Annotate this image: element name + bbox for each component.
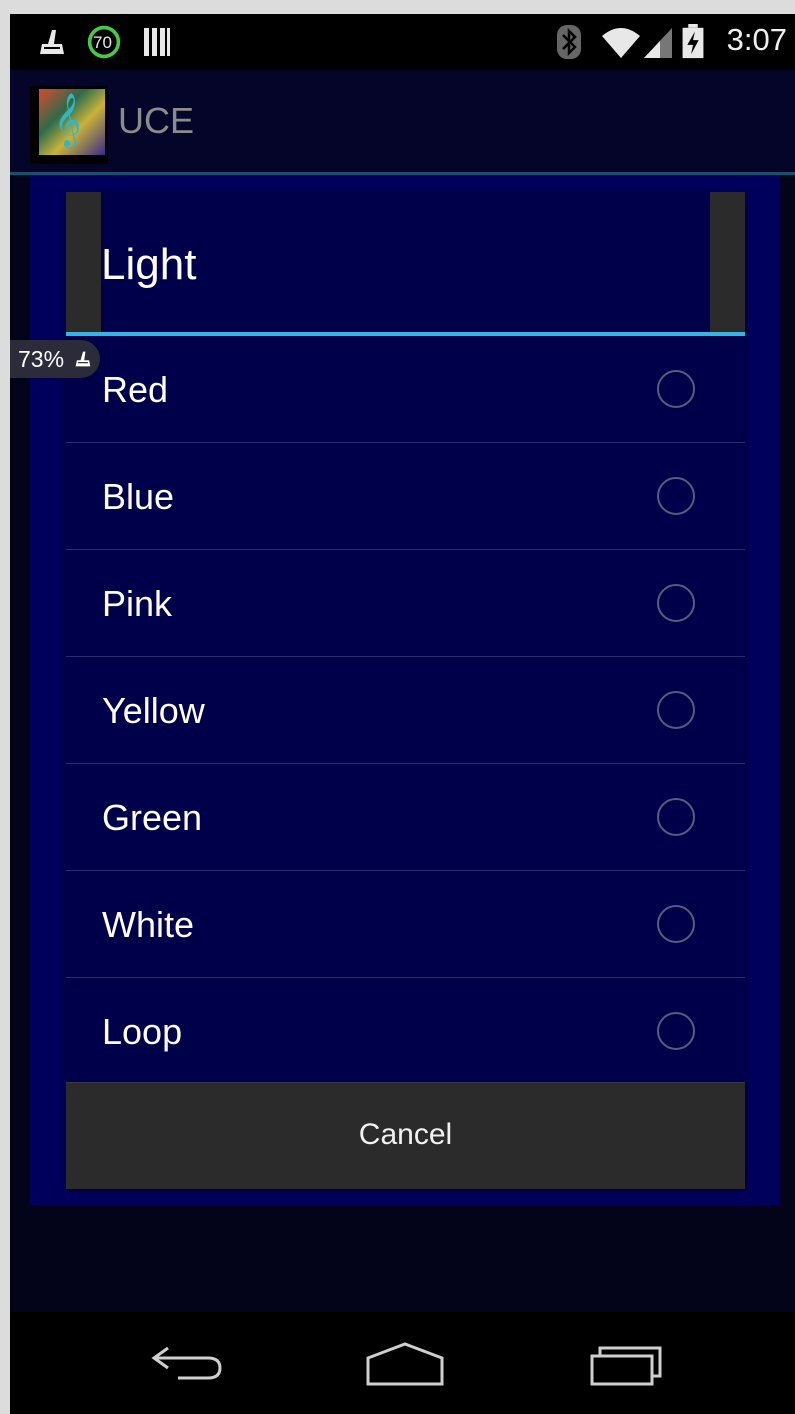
- option-pink[interactable]: Pink: [66, 550, 745, 657]
- battery-percent: 73%: [18, 346, 65, 372]
- dialog-header: Light: [66, 192, 745, 332]
- option-label: Yellow: [102, 690, 205, 731]
- bluetooth-icon: [557, 25, 581, 59]
- light-dialog: Light Red Blue Pink Yellow Green White L…: [66, 192, 745, 1189]
- status-bar: 70 3:07: [10, 14, 795, 70]
- radio-button[interactable]: [657, 798, 695, 836]
- radio-button[interactable]: [657, 584, 695, 622]
- option-blue[interactable]: Blue: [66, 443, 745, 550]
- phone-screen: 70 3:07 𝄞 UCE Light Red Blue Pink Yellow…: [10, 14, 795, 1414]
- option-label: Loop: [102, 1011, 183, 1052]
- option-label: Pink: [102, 583, 173, 624]
- navigation-bar: [10, 1312, 795, 1414]
- cancel-label: Cancel: [358, 1118, 453, 1151]
- radio-button[interactable]: [657, 1012, 695, 1050]
- home-icon[interactable]: [364, 1340, 446, 1386]
- radio-button[interactable]: [657, 370, 695, 408]
- radio-button[interactable]: [657, 477, 695, 515]
- option-green[interactable]: Green: [66, 764, 745, 871]
- recents-icon[interactable]: [588, 1340, 666, 1386]
- cleaner-brush-icon: [75, 351, 91, 367]
- radio-button[interactable]: [657, 691, 695, 729]
- dialog-title: Light: [101, 240, 197, 289]
- radio-button[interactable]: [657, 905, 695, 943]
- options-list: Red Blue Pink Yellow Green White Loop: [66, 336, 745, 1084]
- option-label: Green: [102, 797, 203, 838]
- option-red[interactable]: Red: [66, 336, 745, 443]
- treble-clef-icon: 𝄞: [54, 92, 82, 146]
- option-loop[interactable]: Loop: [66, 978, 745, 1084]
- option-label: White: [102, 904, 195, 945]
- battery-charging-icon: [682, 24, 704, 59]
- battery-overlay-badge[interactable]: 73%: [10, 340, 100, 378]
- option-yellow[interactable]: Yellow: [66, 657, 745, 764]
- clock: 3:07: [726, 22, 787, 57]
- app-icon[interactable]: 𝄞: [30, 86, 108, 164]
- cancel-button[interactable]: Cancel: [66, 1082, 745, 1189]
- option-label: Red: [102, 369, 169, 410]
- signal-icon: [644, 28, 672, 58]
- back-icon[interactable]: [148, 1340, 224, 1386]
- option-label: Blue: [102, 476, 175, 517]
- barcode-icon: [144, 28, 170, 56]
- action-bar: 𝄞 UCE: [10, 70, 795, 175]
- notification-count: 70: [93, 33, 112, 52]
- wifi-icon: [602, 28, 640, 58]
- option-white[interactable]: White: [66, 871, 745, 978]
- app-title: UCE: [118, 100, 195, 141]
- cleaner-brush-icon: [40, 30, 64, 54]
